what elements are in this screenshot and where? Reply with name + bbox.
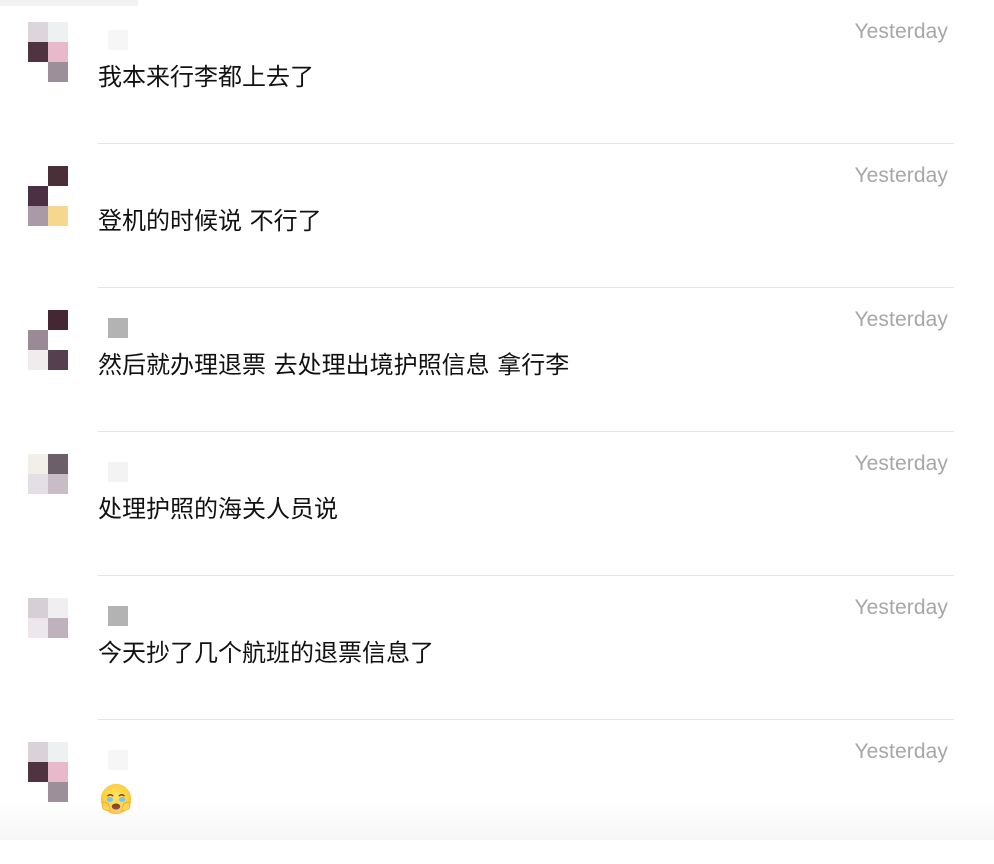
sender-name-redacted <box>108 606 128 626</box>
message-item-2[interactable]: Yesterday 登机的时候说 不行了 <box>0 144 994 288</box>
avatar-tile <box>28 310 48 330</box>
avatar-tile <box>48 638 68 658</box>
message-text: 登机的时候说 不行了 <box>98 207 322 235</box>
avatar-tile <box>28 62 48 82</box>
avatar-tile <box>48 494 68 514</box>
avatar-tile <box>48 350 68 370</box>
avatar-tile <box>48 22 68 42</box>
avatar-tile <box>28 330 48 350</box>
sender-name-redacted <box>108 174 128 194</box>
sender-name-redacted <box>108 462 128 482</box>
avatar-tile <box>48 206 68 226</box>
sender-name-redacted <box>108 318 128 338</box>
avatar-tile <box>48 618 68 638</box>
message-timestamp: Yesterday <box>854 452 948 475</box>
avatar-tile <box>48 62 68 82</box>
avatar-tile <box>48 742 68 762</box>
avatar[interactable] <box>28 454 68 514</box>
avatar-tile <box>28 42 48 62</box>
message-timestamp: Yesterday <box>854 20 948 43</box>
avatar-tile <box>28 782 48 802</box>
avatar[interactable] <box>28 742 68 802</box>
avatar[interactable] <box>28 166 68 226</box>
message-item-3[interactable]: Yesterday 然后就办理退票 去处理出境护照信息 拿行李 <box>0 288 994 432</box>
avatar-tile <box>28 206 48 226</box>
sender-name-redacted <box>108 750 128 770</box>
message-text: 然后就办理退票 去处理出境护照信息 拿行李 <box>98 351 570 379</box>
avatar-tile <box>48 474 68 494</box>
message-text: 我本来行李都上去了 <box>98 63 314 91</box>
avatar[interactable] <box>28 310 68 370</box>
face-holding-back-tears-icon[interactable] <box>99 782 133 816</box>
avatar-tile <box>28 618 48 638</box>
message-timestamp: Yesterday <box>854 740 948 763</box>
avatar-tile <box>28 762 48 782</box>
message-item-1[interactable]: Yesterday 我本来行李都上去了 <box>0 0 994 144</box>
avatar-tile <box>48 762 68 782</box>
message-text: 今天抄了几个航班的退票信息了 <box>98 639 434 667</box>
avatar[interactable] <box>28 598 68 658</box>
message-timestamp: Yesterday <box>854 596 948 619</box>
avatar-tile <box>28 742 48 762</box>
avatar-tile <box>28 638 48 658</box>
message-text: 处理护照的海关人员说 <box>98 495 338 523</box>
avatar-tile <box>48 310 68 330</box>
avatar-tile <box>48 782 68 802</box>
avatar-tile <box>28 166 48 186</box>
avatar-tile <box>48 598 68 618</box>
avatar-tile <box>28 350 48 370</box>
avatar[interactable] <box>28 22 68 82</box>
sender-name-redacted <box>108 30 128 50</box>
message-item-6[interactable]: Yesterday <box>0 720 994 864</box>
avatar-tile <box>28 186 48 206</box>
avatar-tile <box>28 474 48 494</box>
message-item-4[interactable]: Yesterday 处理护照的海关人员说 <box>0 432 994 576</box>
avatar-tile <box>28 494 48 514</box>
avatar-tile <box>48 166 68 186</box>
avatar-tile <box>28 598 48 618</box>
avatar-tile <box>48 454 68 474</box>
avatar-tile <box>28 22 48 42</box>
message-timestamp: Yesterday <box>854 308 948 331</box>
message-item-5[interactable]: Yesterday 今天抄了几个航班的退票信息了 <box>0 576 994 720</box>
avatar-tile <box>28 454 48 474</box>
avatar-tile <box>48 186 68 206</box>
avatar-tile <box>48 42 68 62</box>
avatar-tile <box>48 330 68 350</box>
message-timestamp: Yesterday <box>854 164 948 187</box>
